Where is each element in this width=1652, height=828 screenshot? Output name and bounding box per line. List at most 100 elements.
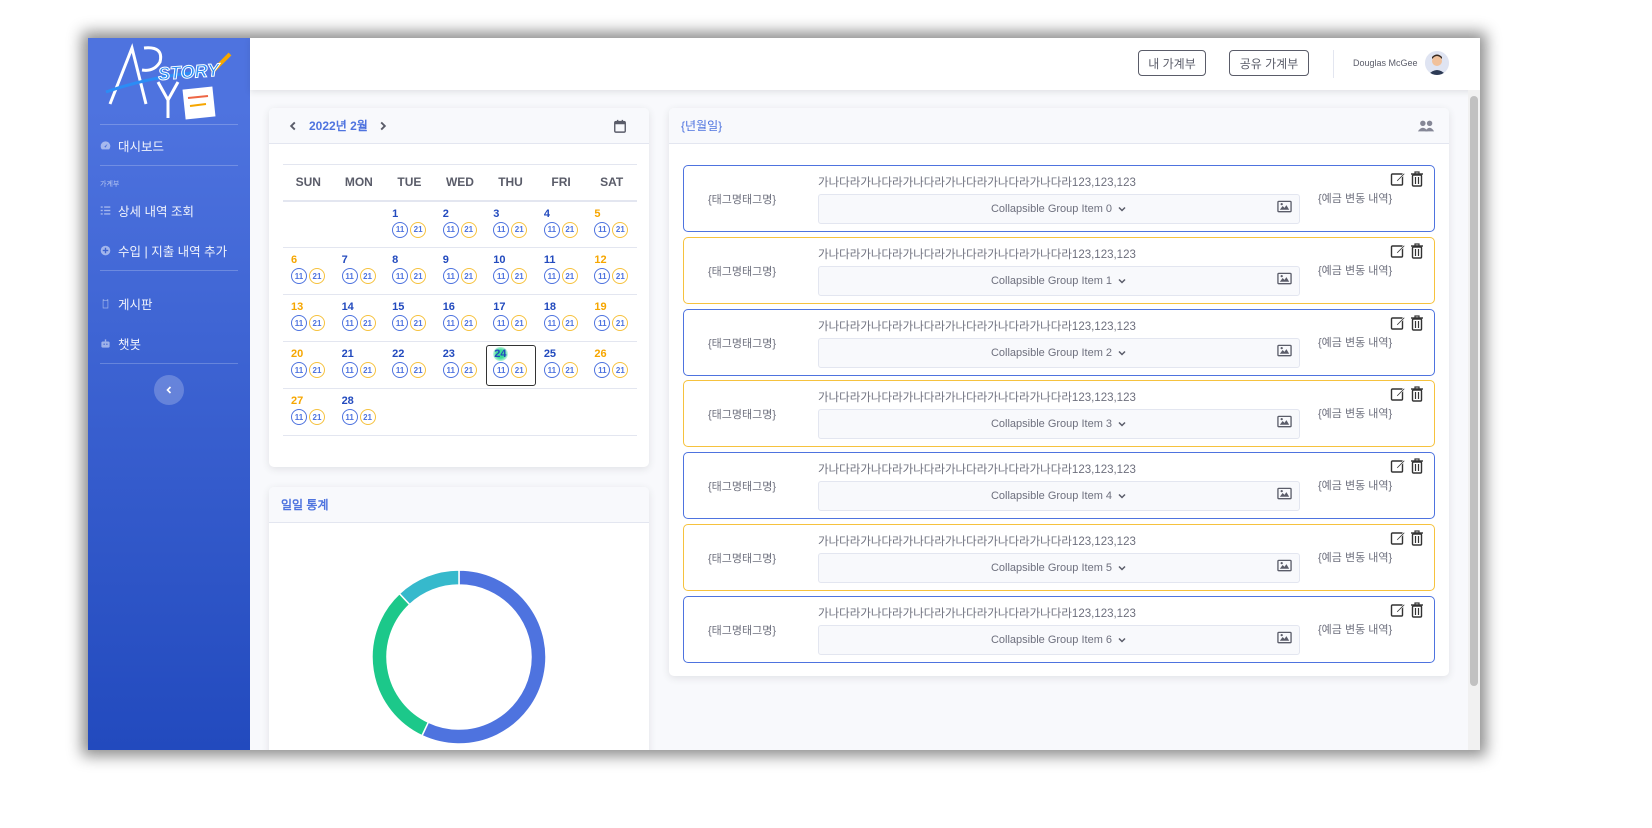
calendar-day-cell[interactable]: 25 11 21 — [535, 341, 587, 389]
income-count-badge[interactable]: 11 — [493, 362, 510, 378]
avatar[interactable] — [1425, 51, 1449, 75]
calendar-day-cell[interactable]: 26 11 21 — [586, 341, 637, 389]
expense-count-badge[interactable]: 21 — [511, 221, 528, 238]
calendar-day-cell[interactable]: 10 11 21 — [485, 247, 536, 295]
calendar-day-cell[interactable]: 23 11 21 — [434, 341, 486, 389]
income-count-badge[interactable]: 11 — [341, 315, 358, 331]
expense-count-badge[interactable]: 21 — [612, 221, 629, 238]
income-count-badge[interactable]: 11 — [543, 362, 560, 378]
expense-count-badge[interactable]: 21 — [359, 362, 376, 378]
income-count-badge[interactable]: 11 — [493, 315, 510, 331]
expense-count-badge[interactable]: 21 — [460, 315, 477, 331]
calendar-day-cell[interactable]: 9 11 21 — [434, 247, 486, 295]
income-count-badge[interactable]: 11 — [442, 268, 459, 284]
calendar-day-cell[interactable]: 19 11 21 — [586, 294, 637, 342]
trash-icon[interactable] — [1410, 171, 1424, 187]
calendar-icon[interactable] — [613, 119, 627, 133]
income-count-badge[interactable]: 11 — [442, 362, 459, 378]
expense-count-badge[interactable]: 21 — [410, 221, 427, 238]
expense-count-badge[interactable]: 21 — [561, 315, 578, 331]
edit-icon[interactable] — [1390, 243, 1406, 259]
transaction-entry[interactable]: {태그명태그명} 가나다라가나다라가나다라가나다라가나다라가나다라123,123,… — [683, 595, 1435, 663]
income-count-badge[interactable]: 11 — [594, 362, 611, 378]
calendar-day-cell[interactable]: 1 11 21 — [384, 200, 435, 248]
income-count-badge[interactable]: 11 — [341, 268, 358, 284]
income-count-badge[interactable]: 11 — [291, 362, 307, 378]
entry-collapse-toggle[interactable]: Collapsible Group Item 1 — [818, 265, 1300, 296]
expense-count-badge[interactable]: 21 — [359, 315, 376, 331]
transaction-entry[interactable]: {태그명태그명} 가나다라가나다라가나다라가나다라가나다라가나다라123,123,… — [683, 452, 1435, 520]
trash-icon[interactable] — [1410, 602, 1424, 618]
income-count-badge[interactable]: 11 — [341, 409, 358, 425]
chevron-left-icon[interactable] — [287, 120, 299, 132]
expense-count-badge[interactable]: 21 — [561, 221, 578, 238]
calendar-day-cell[interactable]: 27 11 21 — [283, 388, 334, 436]
calendar-day-cell[interactable]: 3 11 21 — [485, 200, 536, 248]
calendar-day-cell[interactable]: 7 11 21 — [333, 247, 385, 295]
expense-count-badge[interactable]: 21 — [410, 362, 427, 378]
shared-book-button[interactable]: 공유 가계부 — [1229, 50, 1309, 76]
expense-count-badge[interactable]: 21 — [410, 315, 427, 331]
income-count-badge[interactable]: 11 — [594, 315, 611, 331]
entry-collapse-toggle[interactable]: Collapsible Group Item 2 — [818, 337, 1300, 368]
income-count-badge[interactable]: 11 — [392, 221, 409, 238]
transaction-entry[interactable]: {태그명태그명} 가나다라가나다라가나다라가나다라가나다라가나다라123,123,… — [683, 380, 1435, 448]
trash-icon[interactable] — [1410, 314, 1424, 331]
calendar-day-cell[interactable]: 8 11 21 — [384, 247, 435, 295]
donut-slice-2[interactable] — [398, 569, 460, 606]
scrollbar-thumb[interactable] — [1470, 96, 1478, 686]
expense-count-badge[interactable]: 21 — [511, 268, 528, 284]
calendar-day-cell[interactable]: 21 11 21 — [333, 341, 385, 389]
income-count-badge[interactable]: 11 — [543, 315, 560, 331]
edit-icon[interactable] — [1390, 458, 1406, 474]
calendar-day-cell[interactable]: 5 11 21 — [586, 200, 637, 248]
logo[interactable]: STORY — [102, 42, 236, 122]
sidebar-item-add[interactable]: 수입 | 지출 내역 추가 — [100, 241, 227, 260]
trash-icon[interactable] — [1410, 458, 1424, 474]
donut-slice-0[interactable] — [420, 569, 547, 745]
image-icon[interactable] — [1277, 559, 1292, 572]
calendar-day-cell[interactable]: 16 11 21 — [434, 294, 486, 342]
expense-count-badge[interactable]: 21 — [359, 409, 376, 425]
sidebar-toggle-button[interactable] — [154, 375, 184, 405]
donut-slice-1[interactable] — [371, 592, 430, 737]
expense-count-badge[interactable]: 21 — [612, 268, 629, 284]
calendar-day-cell[interactable]: 13 11 21 — [283, 294, 334, 342]
expense-count-badge[interactable]: 21 — [410, 268, 427, 284]
sidebar-item-board[interactable]: 게시판 — [100, 294, 153, 313]
edit-icon[interactable] — [1390, 171, 1406, 187]
calendar-day-cell[interactable]: 17 11 21 — [485, 294, 536, 342]
edit-icon[interactable] — [1390, 386, 1406, 402]
edit-icon[interactable] — [1390, 315, 1406, 331]
calendar-day-cell[interactable]: 11 11 21 — [535, 247, 587, 295]
image-icon[interactable] — [1277, 487, 1292, 500]
income-count-badge[interactable]: 11 — [594, 221, 611, 238]
income-count-badge[interactable]: 11 — [442, 315, 459, 331]
calendar-day-cell[interactable]: 22 11 21 — [384, 341, 435, 389]
expense-count-badge[interactable]: 21 — [309, 315, 325, 331]
expense-count-badge[interactable]: 21 — [561, 362, 578, 378]
expense-count-badge[interactable]: 21 — [309, 268, 325, 284]
calendar-day-cell[interactable]: 12 11 21 — [586, 247, 637, 295]
income-count-badge[interactable]: 11 — [392, 315, 409, 331]
calendar-day-cell[interactable]: 2 11 21 — [434, 200, 486, 248]
expense-count-badge[interactable]: 21 — [359, 268, 376, 284]
calendar-day-cell[interactable]: 4 11 21 — [535, 200, 587, 248]
entry-collapse-toggle[interactable]: Collapsible Group Item 4 — [818, 481, 1300, 512]
expense-count-badge[interactable]: 21 — [612, 315, 629, 331]
image-icon[interactable] — [1277, 200, 1292, 213]
calendar-day-cell[interactable]: 24 11 21 — [485, 341, 537, 389]
transaction-entry[interactable]: {태그명태그명} 가나다라가나다라가나다라가나다라가나다라가나다라123,123,… — [683, 308, 1435, 376]
trash-icon[interactable] — [1410, 243, 1424, 259]
calendar-day-cell[interactable]: 14 11 21 — [333, 294, 385, 342]
sidebar-item-detail[interactable]: 상세 내역 조회 — [100, 201, 194, 220]
page-scrollbar[interactable] — [1468, 90, 1480, 750]
entry-collapse-toggle[interactable]: Collapsible Group Item 3 — [818, 409, 1300, 440]
expense-count-badge[interactable]: 21 — [460, 268, 477, 284]
image-icon[interactable] — [1277, 631, 1292, 644]
expense-count-badge[interactable]: 21 — [561, 268, 578, 284]
expense-count-badge[interactable]: 21 — [511, 362, 528, 378]
income-count-badge[interactable]: 11 — [392, 362, 409, 378]
income-count-badge[interactable]: 11 — [341, 362, 358, 378]
income-count-badge[interactable]: 11 — [594, 268, 611, 284]
